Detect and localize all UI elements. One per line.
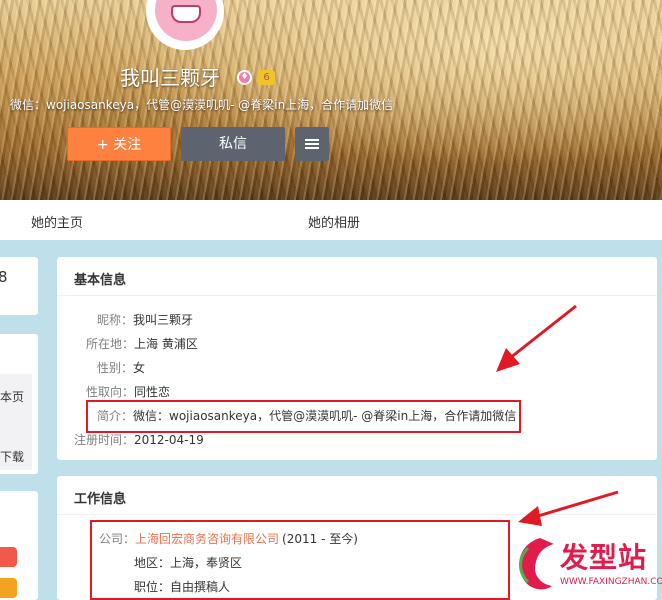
- tab-album[interactable]: 她的相册: [308, 212, 360, 231]
- info-value: 2012-04-19: [134, 433, 204, 447]
- annotation-arrow-icon: [496, 304, 577, 372]
- watermark-logo: 发型站 WWW.FAXINGZHAN.COM: [510, 532, 662, 596]
- annotation-box-bio: [86, 400, 521, 433]
- member-badge-icon[interactable]: ♦: [237, 70, 252, 85]
- message-button[interactable]: 私信: [181, 127, 285, 161]
- info-label: 注册时间：: [74, 433, 135, 447]
- info-row-registered: 注册时间：2012-04-19: [74, 431, 204, 448]
- more-menu-button[interactable]: [295, 127, 329, 161]
- basic-info-title: 基本信息: [74, 273, 127, 288]
- profile-name: 我叫三颗牙: [120, 66, 220, 90]
- info-row-location: 所在地：上海 黄浦区: [86, 335, 198, 352]
- info-row-gender: 性别：女: [97, 359, 145, 376]
- follow-button[interactable]: + 关注: [67, 127, 171, 161]
- left-stats-card: [0, 257, 38, 315]
- info-label: 性别：: [97, 361, 134, 375]
- avatar[interactable]: [146, 0, 224, 50]
- work-info-title: 工作信息: [74, 492, 127, 507]
- info-label: 昵称：: [97, 313, 134, 327]
- info-label: 所在地：: [86, 337, 135, 351]
- profile-cover: 我叫三颗牙 ♦ 6 微信：wojiaosankeya，代管@漠漠叽叽- @脊梁i…: [0, 0, 662, 200]
- annotation-arrow-icon: [518, 490, 619, 526]
- avatar-rabbit-teeth: [171, 5, 201, 23]
- left-snippet-1: 本页: [0, 390, 25, 404]
- app-icon[interactable]: [0, 547, 17, 567]
- info-value: 女: [133, 361, 146, 375]
- menu-icon: [305, 139, 319, 149]
- watermark-title: 发型站: [560, 541, 648, 574]
- app-icon[interactable]: [0, 578, 17, 598]
- info-value: 上海 黄浦区: [134, 337, 198, 351]
- profile-intro: 微信：wojiaosankeya，代管@漠漠叽叽- @脊梁in上海，合作请加微信: [10, 98, 394, 112]
- watermark-url: WWW.FAXINGZHAN.COM: [560, 577, 662, 587]
- tab-home[interactable]: 她的主页: [31, 212, 83, 231]
- info-row-nickname: 昵称：我叫三颗牙: [89, 311, 193, 328]
- divider: [57, 295, 657, 296]
- annotation-box-work: [90, 520, 510, 600]
- info-value: 我叫三颗牙: [133, 313, 194, 327]
- left-snippet-2[interactable]: 下载: [0, 448, 24, 465]
- profile-tabs: 她的主页 她的相册: [0, 200, 662, 240]
- info-label: 性取向：: [86, 385, 135, 399]
- info-value: 同性恋: [134, 385, 171, 399]
- stat-count: 8: [0, 268, 8, 286]
- hair-silhouette-icon: [519, 538, 554, 590]
- level-badge-icon[interactable]: 6: [258, 70, 275, 85]
- info-row-orientation: 性取向：同性恋: [86, 383, 170, 400]
